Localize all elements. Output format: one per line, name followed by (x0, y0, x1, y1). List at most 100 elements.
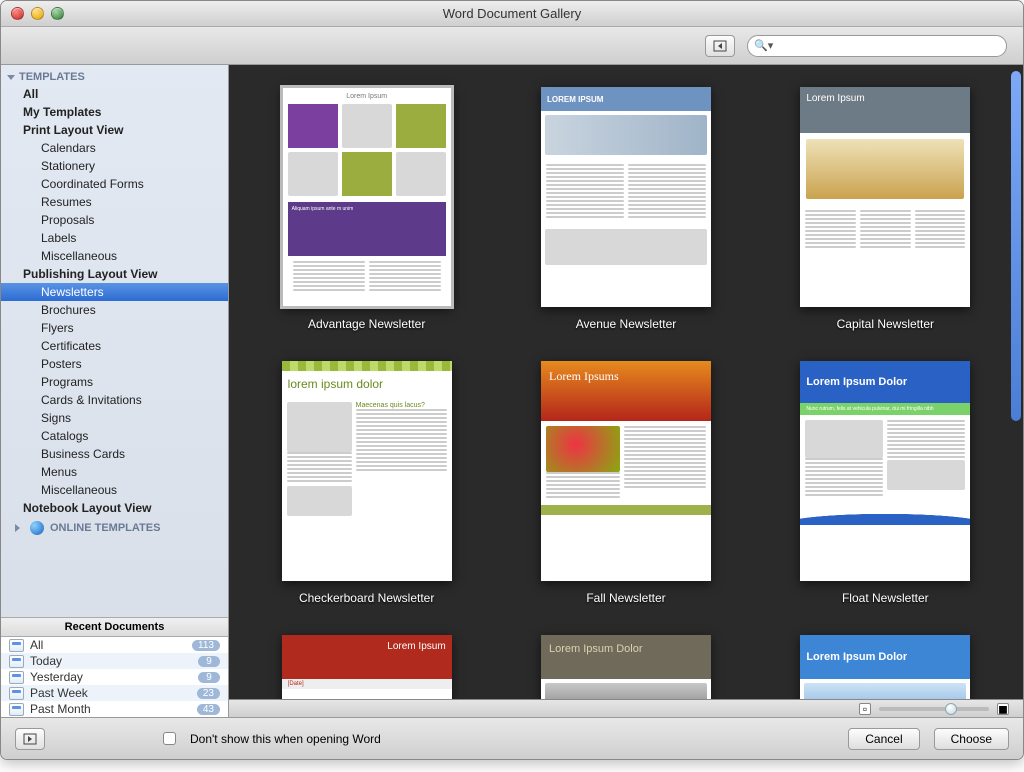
template-row-[interactable]: Lorem Ipsum Dolor (776, 635, 995, 699)
templates-header[interactable]: TEMPLATES (1, 69, 228, 85)
sidebar-item-cards-invitations[interactable]: Cards & Invitations (1, 391, 228, 409)
calendar-icon (9, 639, 24, 652)
template-checkerboard-newsletter[interactable]: lorem ipsum dolor Maecenas quis lacus? Ch… (257, 361, 476, 605)
zoom-slider[interactable] (879, 707, 989, 711)
recent-count: 43 (197, 704, 220, 715)
titlebar: Word Document Gallery (1, 1, 1023, 27)
template-thumbnail[interactable]: Lorem Ipsum Aliquam ipsum ante m unim (282, 87, 452, 307)
template-row-[interactable]: Lorem Ipsum [Date] (257, 635, 476, 699)
sidebar-item-certificates[interactable]: Certificates (1, 337, 228, 355)
search-field[interactable]: 🔍▾ (747, 35, 1007, 57)
recent-label: All (30, 638, 192, 652)
sidebar-item-coordinated-forms[interactable]: Coordinated Forms (1, 175, 228, 193)
template-thumbnail[interactable]: Lorem Ipsum Dolor (541, 635, 711, 699)
recent-row-all[interactable]: All113 (1, 637, 228, 653)
template-label: Advantage Newsletter (308, 317, 425, 331)
template-thumbnail[interactable]: lorem ipsum dolor Maecenas quis lacus? (282, 361, 452, 581)
online-templates-label: ONLINE TEMPLATES (50, 522, 160, 534)
recent-row-past-week[interactable]: Past Week23 (1, 685, 228, 701)
sidebar-item-posters[interactable]: Posters (1, 355, 228, 373)
panel-icon (23, 733, 37, 745)
sidebar-item-print-layout[interactable]: Print Layout View (1, 121, 228, 139)
sidebar-item-proposals[interactable]: Proposals (1, 211, 228, 229)
recent-row-today[interactable]: Today9 (1, 653, 228, 669)
recent-label: Today (30, 654, 198, 668)
templates-header-label: TEMPLATES (19, 71, 85, 83)
sidebar-item-stationery[interactable]: Stationery (1, 157, 228, 175)
slider-knob[interactable] (945, 703, 957, 715)
online-templates[interactable]: ONLINE TEMPLATES (1, 517, 228, 539)
recent-row-yesterday[interactable]: Yesterday9 (1, 669, 228, 685)
sidebar-item-publishing-layout[interactable]: Publishing Layout View (1, 265, 228, 283)
sidebar-item-all[interactable]: All (1, 85, 228, 103)
globe-icon (30, 521, 44, 535)
gallery-window: Word Document Gallery 🔍▾ TEMPLATES All M… (0, 0, 1024, 760)
recent-count: 113 (192, 640, 220, 651)
template-label: Avenue Newsletter (576, 317, 677, 331)
recent-documents-list: All113Today9Yesterday9Past Week23Past Mo… (1, 637, 228, 717)
search-input[interactable] (777, 39, 1000, 53)
calendar-icon (9, 687, 24, 700)
back-icon (713, 40, 727, 52)
recent-label: Past Month (30, 702, 197, 716)
cancel-button[interactable]: Cancel (848, 728, 919, 750)
sidebar-item-business-cards[interactable]: Business Cards (1, 445, 228, 463)
template-thumbnail[interactable]: Lorem Ipsum Dolor (800, 635, 970, 699)
scrollbar[interactable] (1011, 71, 1021, 421)
small-thumb-icon[interactable]: ▫ (859, 703, 871, 715)
sidebar-item-my-templates[interactable]: My Templates (1, 103, 228, 121)
sidebar-item-catalogs[interactable]: Catalogs (1, 427, 228, 445)
toggle-panel-button[interactable] (15, 728, 45, 750)
template-thumbnail[interactable]: Lorem Ipsums (541, 361, 711, 581)
large-thumb-icon[interactable]: ◼ (997, 703, 1009, 715)
sidebar-item-programs[interactable]: Programs (1, 373, 228, 391)
back-button[interactable] (705, 35, 735, 57)
toolbar: 🔍▾ (1, 27, 1023, 65)
template-avenue-newsletter[interactable]: LOREM IPSUM Avenue Newsletter (516, 87, 735, 331)
recent-label: Yesterday (30, 670, 198, 684)
template-thumbnail[interactable]: Lorem Ipsum (800, 87, 970, 307)
calendar-icon (9, 655, 24, 668)
sidebar-item-notebook-layout[interactable]: Notebook Layout View (1, 499, 228, 517)
template-thumbnail[interactable]: Lorem Ipsum Dolor Nunc rutrum, felis at … (800, 361, 970, 581)
template-gallery: Lorem Ipsum Aliquam ipsum ante m unim Ad… (229, 65, 1023, 717)
recent-row-past-month[interactable]: Past Month43 (1, 701, 228, 717)
template-label: Float Newsletter (842, 591, 929, 605)
disclosure-icon (15, 524, 24, 532)
sidebar-item-newsletters[interactable]: Newsletters (1, 283, 228, 301)
template-thumbnail[interactable]: LOREM IPSUM (541, 87, 711, 307)
gallery-footer: ▫ ◼ (229, 699, 1023, 717)
dont-show-checkbox[interactable] (163, 732, 176, 745)
template-fall-newsletter[interactable]: Lorem Ipsums Fall Newsletter (516, 361, 735, 605)
sidebar-item-signs[interactable]: Signs (1, 409, 228, 427)
template-thumbnail[interactable]: Lorem Ipsum [Date] (282, 635, 452, 699)
disclosure-icon (7, 75, 15, 80)
sidebar-item-brochures[interactable]: Brochures (1, 301, 228, 319)
calendar-icon (9, 703, 24, 716)
template-label: Fall Newsletter (586, 591, 665, 605)
recent-count: 9 (198, 656, 220, 667)
dont-show-label: Don't show this when opening Word (190, 732, 381, 746)
template-advantage-newsletter[interactable]: Lorem Ipsum Aliquam ipsum ante m unim Ad… (257, 87, 476, 331)
sidebar-item-resumes[interactable]: Resumes (1, 193, 228, 211)
template-row-[interactable]: Lorem Ipsum Dolor (516, 635, 735, 699)
sidebar: TEMPLATES All My Templates Print Layout … (1, 65, 229, 717)
sidebar-item-miscellaneous[interactable]: Miscellaneous (1, 247, 228, 265)
window-title: Word Document Gallery (1, 6, 1023, 21)
choose-button[interactable]: Choose (934, 728, 1009, 750)
sidebar-item-calendars[interactable]: Calendars (1, 139, 228, 157)
footer: Don't show this when opening Word Cancel… (1, 717, 1023, 759)
template-capital-newsletter[interactable]: Lorem Ipsum Capital Newsletter (776, 87, 995, 331)
sidebar-item-labels[interactable]: Labels (1, 229, 228, 247)
template-float-newsletter[interactable]: Lorem Ipsum Dolor Nunc rutrum, felis at … (776, 361, 995, 605)
search-icon: 🔍▾ (754, 39, 773, 52)
template-grid: Lorem Ipsum Aliquam ipsum ante m unim Ad… (229, 65, 1023, 699)
sidebar-item-menus[interactable]: Menus (1, 463, 228, 481)
sidebar-item-miscellaneous[interactable]: Miscellaneous (1, 481, 228, 499)
body: TEMPLATES All My Templates Print Layout … (1, 65, 1023, 717)
recent-count: 23 (197, 688, 220, 699)
template-tree: TEMPLATES All My Templates Print Layout … (1, 65, 228, 617)
calendar-icon (9, 671, 24, 684)
sidebar-item-flyers[interactable]: Flyers (1, 319, 228, 337)
template-label: Checkerboard Newsletter (299, 591, 434, 605)
